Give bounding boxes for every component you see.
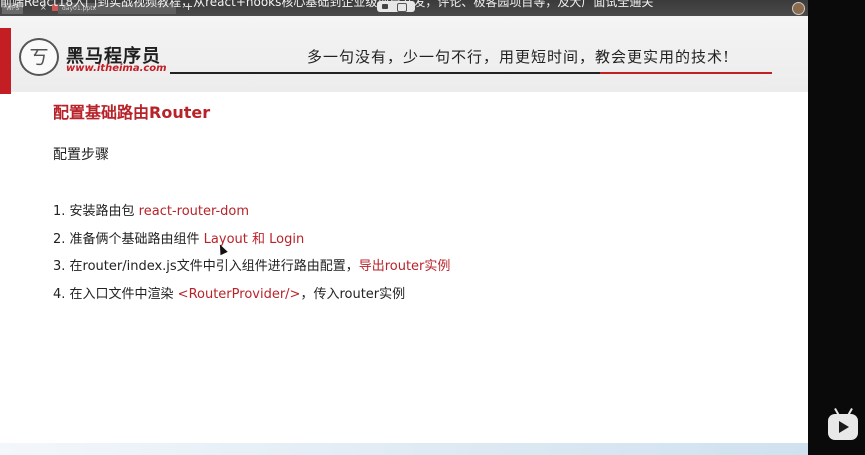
red-accent-bar <box>0 28 11 94</box>
pip-icon[interactable] <box>397 3 407 12</box>
logo-url: www.itheima.com <box>66 63 167 74</box>
side-panel <box>808 0 865 455</box>
step-highlight: 导出router实例 <box>358 259 451 274</box>
avatar[interactable] <box>792 2 805 15</box>
step-highlight: react-router-dom <box>138 204 250 219</box>
step-item: 2. 准备俩个基础路由组件 Layout 和 Login <box>53 228 304 247</box>
slide-title: 配置基础路由Router <box>53 103 211 122</box>
horse-logo-icon: ㄎ <box>19 38 59 76</box>
step-text: 2. 准备俩个基础路由组件 <box>53 232 204 247</box>
video-title-bar: WPS × day01.pptx + 前端React18入门到实战视频教程，从r… <box>0 0 865 16</box>
step-text: 1. 安装路由包 <box>53 204 139 219</box>
bottom-wave-decoration <box>0 443 808 455</box>
player-controls-pill[interactable] <box>377 1 415 12</box>
step-tail: ，传入router实例 <box>300 287 406 302</box>
step-highlight: <RouterProvider/> <box>177 287 301 302</box>
bilibili-tv-icon[interactable] <box>828 414 858 440</box>
step-item: 4. 在入口文件中渲染 <RouterProvider/>，传入router实例 <box>53 283 405 302</box>
section-heading: 配置步骤 <box>53 147 109 163</box>
danmaku-icon[interactable] <box>382 4 388 9</box>
step-text: 3. 在router/index.js文件中引入组件进行路由配置， <box>53 259 359 274</box>
step-item: 1. 安装路由包 react-router-dom <box>53 200 249 219</box>
header-divider <box>170 72 600 74</box>
video-title: 前端React18入门到实战视频教程，从react+hooks核心基础到企业级项… <box>0 0 654 9</box>
header-divider-accent <box>600 72 772 74</box>
slogan: 多一句没有，少一句不行，用更短时间，教会更实用的技术! <box>307 48 731 66</box>
step-text: 4. 在入口文件中渲染 <box>53 287 178 302</box>
step-item: 3. 在router/index.js文件中引入组件进行路由配置，导出route… <box>53 255 450 274</box>
